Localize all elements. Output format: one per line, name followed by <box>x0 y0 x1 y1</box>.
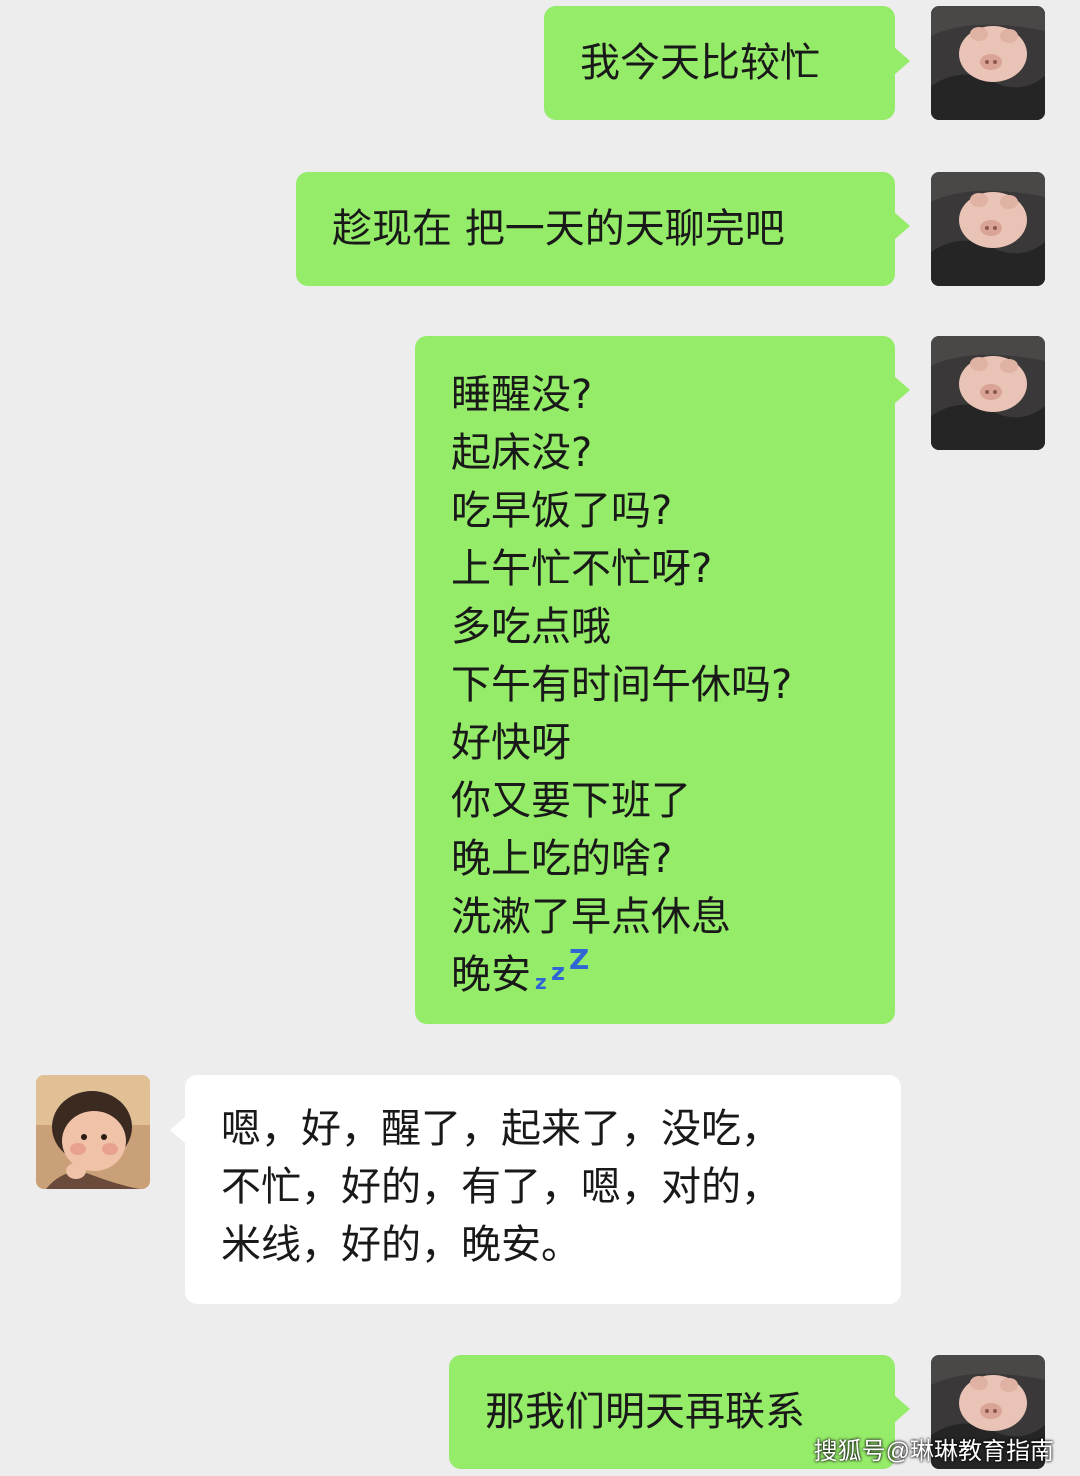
message-bubble-sent[interactable]: 趁现在 把一天的天聊完吧 <box>296 172 895 286</box>
sleeping-zzz-icon: zzZ <box>535 943 590 994</box>
bubble-tail <box>894 47 910 75</box>
message-line: 多吃点哦 <box>451 604 611 650</box>
message-line: 米线，好的，晚安。 <box>221 1222 581 1268</box>
message-line: 睡醒没? <box>451 372 593 418</box>
pig-plush-avatar-image <box>931 172 1045 286</box>
my-avatar[interactable] <box>931 172 1045 286</box>
bubble-tail <box>894 212 910 240</box>
child-photo-avatar-image <box>36 1075 150 1189</box>
my-avatar[interactable] <box>931 6 1045 120</box>
pig-plush-avatar-image <box>931 6 1045 120</box>
contact-avatar[interactable] <box>36 1075 150 1189</box>
message-bubble-received[interactable]: 嗯，好，醒了，起来了，没吃， 不忙，好的，有了，嗯，对的， 米线，好的，晚安。 <box>185 1075 901 1304</box>
bubble-tail <box>894 376 910 404</box>
message-line: 晚上吃的啥? <box>451 836 673 882</box>
message-line: 不忙，好的，有了，嗯，对的， <box>221 1164 781 1210</box>
pig-plush-avatar-image <box>931 336 1045 450</box>
message-text: 那我们明天再联系 <box>485 1389 805 1435</box>
message-line: 晚安 <box>451 952 531 998</box>
message-line: 下午有时间午休吗? <box>451 662 793 708</box>
message-text: 我今天比较忙 <box>580 40 820 86</box>
my-avatar[interactable] <box>931 336 1045 450</box>
bubble-tail <box>894 1395 910 1423</box>
message-line: 吃早饭了吗? <box>451 488 673 534</box>
message-line-last: 晚安 z z Z <box>451 946 895 1004</box>
message-bubble-sent[interactable]: 我今天比较忙 <box>544 6 895 120</box>
message-line: 起床没? <box>451 430 593 476</box>
message-line: 好快呀 <box>451 720 571 766</box>
message-line: 你又要下班了 <box>451 778 691 824</box>
watermark: 搜狐号@琳琳教育指南 <box>813 1438 1054 1465</box>
message-line: 上午忙不忙呀? <box>451 546 713 592</box>
message-text: 趁现在 把一天的天聊完吧 <box>332 206 785 252</box>
message-bubble-sent[interactable]: 睡醒没? 起床没? 吃早饭了吗? 上午忙不忙呀? 多吃点哦 下午有时间午休吗? … <box>415 336 895 1024</box>
bubble-tail <box>170 1116 186 1144</box>
message-line: 洗漱了早点休息 <box>451 894 731 940</box>
message-line: 嗯，好，醒了，起来了，没吃， <box>221 1106 781 1152</box>
